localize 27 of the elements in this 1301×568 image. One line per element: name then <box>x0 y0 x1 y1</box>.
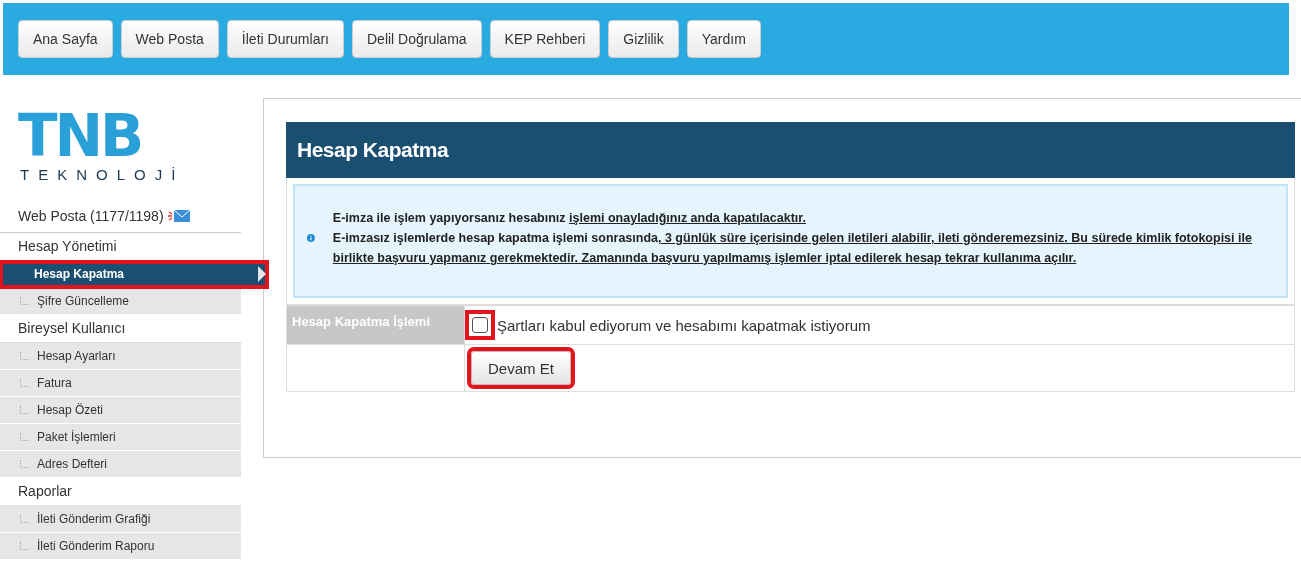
sidebar-item[interactable]: İleti Gönderim Grafiği <box>0 506 241 533</box>
nav-button[interactable]: Web Posta <box>120 20 219 58</box>
nav-button[interactable]: Ana Sayfa <box>18 20 113 58</box>
sidebar-item[interactable]: Hesap Özeti <box>0 397 241 424</box>
info-icon <box>307 231 315 245</box>
logo-subtitle: TEKNOLOJİ <box>20 166 186 183</box>
nav-button[interactable]: İleti Durumları <box>226 20 344 58</box>
sidebar-item[interactable]: Fatura <box>0 370 241 397</box>
checkbox-label: Şartları kabul ediyorum ve hesabımı kapatmak istiyorum <box>497 316 871 334</box>
sidebar-item[interactable]: İleti Gönderim Raporu <box>0 533 241 560</box>
sidebar-item[interactable]: Adres Defteri <box>0 451 241 478</box>
form-label: Hesap Kapatma İşlemi <box>287 306 465 344</box>
nav-button[interactable]: KEP Rehberi <box>489 20 601 58</box>
nav-button[interactable]: Yardım <box>686 20 761 58</box>
sidebar-item[interactable]: Şifre Güncelleme <box>0 288 241 315</box>
logo-mark: TNB <box>18 110 184 160</box>
sidebar-item[interactable]: Hesap Kapatma <box>0 261 268 288</box>
envelope-icon <box>166 209 191 223</box>
sidebar-item[interactable]: Hesap Ayarları <box>0 343 241 370</box>
panel-title: Hesap Kapatma <box>286 122 1295 178</box>
web-mail-link[interactable]: Web Posta (1177/1198) <box>18 208 164 224</box>
agree-checkbox[interactable] <box>472 317 488 333</box>
sidebar-item[interactable]: Paket İşlemleri <box>0 424 241 451</box>
info-text: E-imza ile işlem yapıyorsanız hesabınız işlemi onayladığınız anda kapatılacaktır. <box>332 210 807 227</box>
nav-button[interactable]: Gizlilik <box>608 20 679 58</box>
nav-button[interactable]: Delil Doğrulama <box>352 20 482 58</box>
info-text: E-imzasız işlemlerde hesap kapatma işlemi sonrasında, 3 günlük süre içerisinde gelen iletileri alabilir, ileti gönderemezsiniz. Bu sürede kimlik fotokopisi ile birlikte başvuru yapmanız gerekmektedir. Zamanında başvuru yapılmamış işlemler iptal edilerek hesap tekrar kullanıma açılır. <box>332 230 1253 267</box>
